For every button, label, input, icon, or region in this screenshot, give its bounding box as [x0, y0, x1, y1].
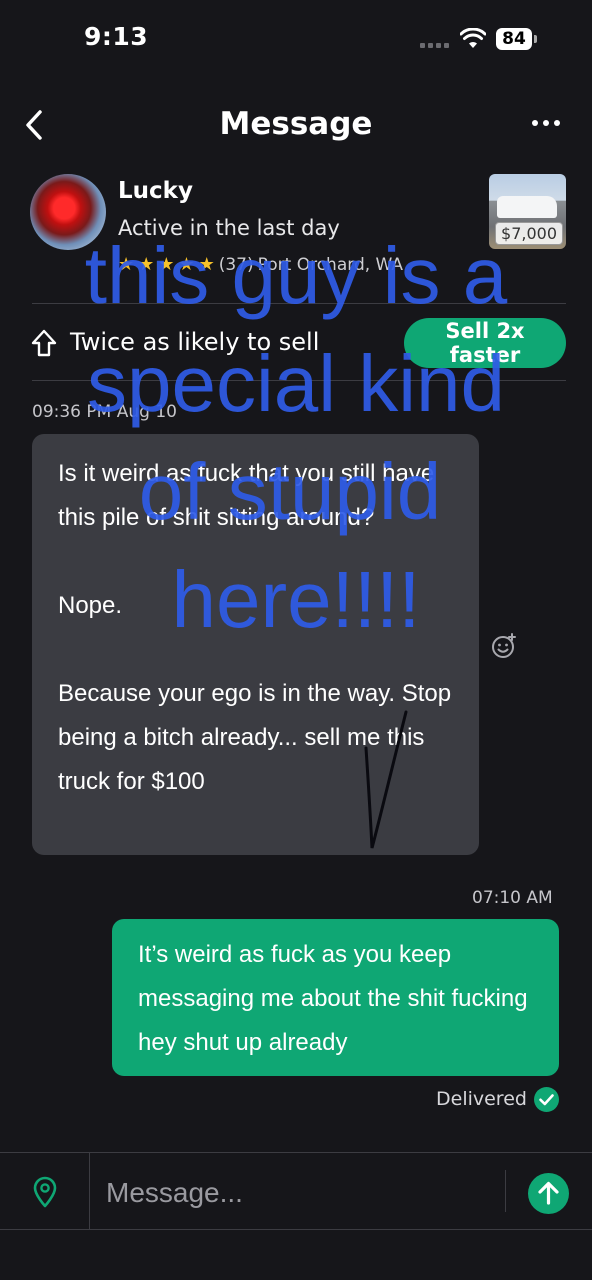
divider — [32, 303, 566, 304]
listing-price: $7,000 — [495, 222, 563, 245]
star-icon: ★ — [138, 254, 155, 275]
send-button[interactable] — [528, 1173, 569, 1214]
divider — [0, 1229, 592, 1230]
cellular-signal-icon — [420, 40, 452, 48]
page-title: Message — [219, 106, 373, 142]
incoming-message-text: Is it weird as fuck that you still have … — [58, 460, 452, 795]
location-pin-icon[interactable] — [32, 1176, 58, 1208]
message-input[interactable] — [104, 1168, 498, 1218]
incoming-message-bubble[interactable]: Is it weird as fuck that you still have … — [32, 434, 479, 855]
star-icon: ★ — [198, 254, 215, 275]
seller-avatar[interactable] — [30, 174, 106, 250]
message-timestamp: 07:10 AM — [472, 888, 553, 908]
star-icon: ★ — [118, 254, 135, 275]
star-icon: ★ — [158, 254, 175, 275]
outgoing-message-bubble[interactable]: It’s weird as fuck as you keep messaging… — [112, 919, 559, 1076]
delivery-status: Delivered — [436, 1088, 527, 1110]
seller-rating: ★ ★ ★ ★ ★ (37) Port Orchard, WA — [118, 254, 403, 275]
status-time: 9:13 — [84, 22, 149, 51]
seller-location: Port Orchard, WA — [257, 254, 404, 275]
divider — [32, 380, 566, 381]
add-reaction-icon[interactable] — [490, 632, 518, 660]
arrow-up-outline-icon — [31, 329, 57, 357]
arrow-up-icon — [538, 1181, 559, 1205]
battery-level: 84 — [496, 28, 532, 50]
star-icon: ★ — [178, 254, 195, 275]
outgoing-message-text: It’s weird as fuck as you keep messaging… — [138, 941, 528, 1056]
seller-name[interactable]: Lucky — [118, 178, 193, 204]
battery-icon: 84 — [496, 28, 538, 50]
rating-count: (37) — [218, 254, 254, 275]
sell-faster-button[interactable]: Sell 2x faster — [404, 318, 566, 368]
listing-thumbnail[interactable]: $7,000 — [489, 174, 566, 249]
check-circle-icon — [534, 1087, 559, 1112]
message-timestamp: 09:36 PM Aug 10 — [32, 402, 177, 422]
wifi-icon — [460, 28, 486, 48]
seller-activity: Active in the last day — [118, 216, 340, 240]
more-options-icon[interactable] — [532, 120, 562, 130]
sell-promo-text: Twice as likely to sell — [70, 328, 320, 356]
divider — [505, 1170, 506, 1212]
divider — [89, 1153, 90, 1229]
